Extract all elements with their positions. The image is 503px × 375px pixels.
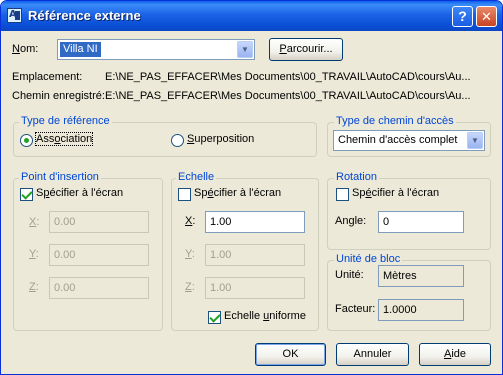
factor-value: 1.0000	[378, 299, 464, 321]
scale-x-label: X:	[185, 215, 196, 227]
name-label: Nom:	[12, 43, 39, 55]
insertion-x-label: X:	[29, 216, 40, 228]
factor-label: Facteur:	[335, 303, 376, 315]
autocad-app-icon: A	[7, 8, 22, 23]
scale-specify-checkbox[interactable]	[178, 188, 191, 201]
name-select[interactable]: Villa NI ▼	[57, 39, 255, 60]
saved-path-value: E:\NE_PAS_EFFACER\Mes Documents\00_TRAVA…	[105, 90, 471, 102]
uniform-scale-label[interactable]: Echelle uniforme	[224, 310, 306, 322]
insertion-specify-checkbox[interactable]	[20, 188, 33, 201]
path-type-value: Chemin d'accès complet	[338, 134, 458, 146]
close-button[interactable]: ✕	[476, 6, 497, 27]
scale-legend: Echelle	[176, 171, 217, 183]
scale-y-label: Y:	[185, 248, 195, 260]
ok-button[interactable]: OK	[255, 343, 326, 366]
path-type-select[interactable]: Chemin d'accès complet ▼	[333, 130, 485, 151]
help-button[interactable]: Aide	[419, 343, 491, 366]
attach-radio-label[interactable]: Association	[34, 132, 94, 146]
path-type-legend: Type de chemin d'accès	[334, 115, 456, 127]
close-icon: ✕	[481, 9, 492, 24]
help-icon: ?	[458, 8, 467, 24]
saved-path-label: Chemin enregistré:	[12, 90, 105, 102]
scale-specify-label[interactable]: Spécifier à l'écran	[194, 187, 281, 199]
rotation-specify-checkbox[interactable]	[336, 188, 349, 201]
insertion-z-input[interactable]: 0.00	[49, 277, 149, 299]
cancel-button[interactable]: Annuler	[336, 343, 409, 366]
rotation-legend: Rotation	[334, 171, 379, 183]
location-label: Emplacement:	[12, 71, 83, 83]
window-title: Référence externe	[28, 8, 141, 23]
scale-z-input[interactable]: 1.00	[205, 277, 305, 299]
reference-type-legend: Type de référence	[19, 115, 112, 127]
unit-label: Unité:	[335, 269, 364, 281]
angle-label: Angle:	[335, 215, 367, 227]
chevron-down-icon[interactable]: ▼	[467, 132, 483, 149]
block-unit-legend: Unité de bloc	[334, 253, 403, 265]
attach-radio[interactable]	[20, 134, 33, 147]
insertion-specify-label[interactable]: Spécifier à l'écran	[36, 187, 123, 199]
location-value: E:\NE_PAS_EFFACER\Mes Documents\00_TRAVA…	[105, 71, 471, 83]
scale-x-input[interactable]: 1.00	[205, 211, 305, 233]
insertion-y-label: Y:	[29, 248, 39, 260]
scale-z-label: Z:	[185, 281, 195, 293]
insertion-x-input[interactable]: 0.00	[49, 211, 149, 233]
title-bar[interactable]: A Référence externe ? ✕	[1, 1, 502, 31]
xref-dialog: A Référence externe ? ✕ Nom: Villa NI ▼ …	[0, 0, 503, 375]
overlay-radio[interactable]	[171, 134, 184, 147]
scale-y-input[interactable]: 1.00	[205, 244, 305, 266]
angle-input[interactable]: 0	[378, 211, 464, 233]
chevron-down-icon[interactable]: ▼	[237, 41, 253, 58]
help-title-button[interactable]: ?	[452, 6, 473, 27]
insertion-z-label: Z:	[29, 281, 39, 293]
browse-button[interactable]: Parcourir...	[269, 38, 343, 61]
unit-value: Mètres	[378, 265, 464, 287]
uniform-scale-checkbox[interactable]	[208, 311, 221, 324]
rotation-specify-label[interactable]: Spécifier à l'écran	[352, 187, 439, 199]
name-select-value: Villa NI	[60, 42, 101, 57]
insertion-y-input[interactable]: 0.00	[49, 244, 149, 266]
insertion-point-legend: Point d'insertion	[19, 171, 101, 183]
overlay-radio-label[interactable]: Superposition	[187, 133, 254, 145]
